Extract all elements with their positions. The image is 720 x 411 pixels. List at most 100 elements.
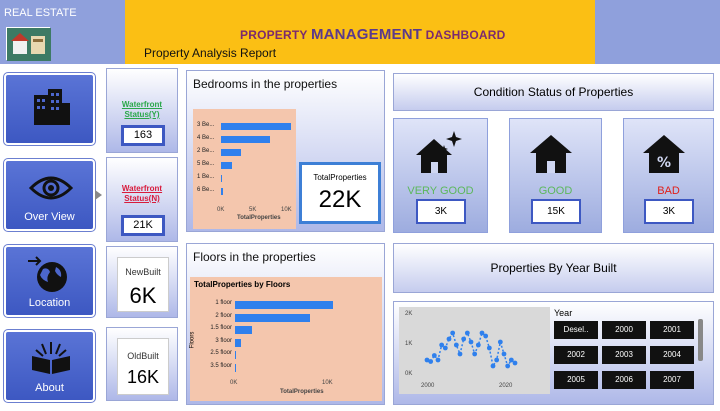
- year-slicer-scrollbar[interactable]: [698, 319, 703, 361]
- year-built-header: Properties By Year Built: [393, 243, 714, 293]
- floors-chart-title: TotalProperties by Floors: [194, 280, 291, 289]
- year-data-point[interactable]: [475, 342, 481, 348]
- total-properties-value: 22K: [318, 186, 362, 213]
- waterfront-no-label: Waterfront Status(N): [121, 184, 163, 203]
- year-ytick-2: 0K: [405, 371, 413, 377]
- open-book-icon: [32, 342, 70, 374]
- year-slicer-button[interactable]: 2000: [602, 321, 646, 339]
- floor-bar[interactable]: [235, 363, 236, 372]
- bedrooms-panel: Bedrooms in the properties 3 Be... 4 Be..…: [186, 70, 385, 232]
- floor-bar[interactable]: [235, 301, 334, 309]
- year-ytick-0: 2K: [405, 311, 413, 317]
- condition-bad-card: % BAD 3K: [623, 118, 714, 233]
- bedroom-bar[interactable]: [221, 149, 241, 156]
- oldbuilt-box: OldBuilt 16K: [117, 338, 169, 395]
- year-slicer-button[interactable]: 2006: [602, 371, 646, 389]
- floor-bar[interactable]: [235, 313, 311, 322]
- floor-category-label: 2.5 floor: [210, 350, 232, 356]
- bed-xlabel: TotalProperties: [237, 215, 281, 221]
- year-data-point[interactable]: [442, 345, 448, 351]
- year-data-point[interactable]: [428, 359, 434, 364]
- year-slicer-title: Year: [554, 308, 573, 318]
- year-data-point[interactable]: [461, 336, 467, 342]
- nav-about-label: About: [35, 382, 64, 394]
- year-data-point[interactable]: [435, 357, 441, 363]
- year-data-point[interactable]: [505, 363, 511, 369]
- newbuilt-value: 6K: [129, 283, 157, 308]
- waterfront-yes-value: 163: [121, 125, 165, 146]
- waterfront-yes-label: Waterfront Status(Y): [121, 100, 163, 119]
- nav-home-button[interactable]: [3, 72, 96, 146]
- eye-icon: [29, 176, 73, 200]
- floors-title: Floors in the properties: [193, 250, 316, 264]
- nav-overview-label: Over View: [24, 211, 75, 223]
- year-data-point[interactable]: [446, 336, 452, 342]
- bedroom-bar[interactable]: [221, 136, 270, 143]
- bedroom-category-label: 1 Be...: [197, 174, 215, 180]
- floors-panel: Floors in the properties TotalProperties…: [186, 243, 385, 405]
- year-data-point[interactable]: [457, 351, 463, 357]
- year-data-point[interactable]: [464, 330, 470, 336]
- year-slicer-button[interactable]: 2001: [650, 321, 694, 339]
- waterfront-no-value: 21K: [121, 215, 165, 236]
- bedroom-category-label: 2 Be...: [197, 148, 215, 154]
- floors-ylabel: Floors: [189, 331, 196, 349]
- year-data-point[interactable]: [483, 333, 489, 339]
- floor-category-label: 3 floor: [215, 337, 232, 344]
- bedrooms-title: Bedrooms in the properties: [193, 77, 338, 91]
- year-slicer-button[interactable]: Desel..: [554, 321, 598, 339]
- nav-about-button[interactable]: About: [3, 329, 96, 403]
- year-data-point[interactable]: [494, 357, 500, 363]
- bedroom-bar[interactable]: [221, 123, 291, 130]
- year-slicer-button[interactable]: 2003: [602, 346, 646, 364]
- bad-value: 3K: [644, 199, 694, 224]
- very-good-value: 3K: [416, 199, 466, 224]
- year-data-point[interactable]: [497, 339, 503, 345]
- condition-title: Condition Status of Properties: [473, 85, 634, 99]
- bedroom-category-label: 3 Be...: [197, 122, 215, 128]
- app-label: REAL ESTATE: [4, 7, 77, 19]
- year-data-point[interactable]: [512, 360, 518, 366]
- bedrooms-chart: 3 Be... 4 Be... 2 Be... 5 Be... 1 Be... 6 Be.…: [193, 109, 296, 229]
- year-data-point[interactable]: [486, 345, 492, 351]
- floor-bar[interactable]: [235, 326, 253, 334]
- floor-tick-1: 10K: [322, 380, 333, 386]
- bedroom-category-label: 6 Be...: [197, 187, 215, 193]
- nav-location-button[interactable]: Location: [3, 244, 96, 318]
- year-data-point[interactable]: [453, 342, 459, 348]
- condition-good-card: GOOD 15K: [509, 118, 602, 233]
- good-label: GOOD: [538, 185, 573, 197]
- floor-bar[interactable]: [235, 338, 241, 347]
- year-slicer-button[interactable]: 2007: [650, 371, 694, 389]
- year-slicer-button[interactable]: 2002: [554, 346, 598, 364]
- year-data-point[interactable]: [468, 339, 474, 345]
- year-slicer-button[interactable]: 2004: [650, 346, 694, 364]
- real-estate-logo: [6, 27, 51, 61]
- bedroom-bar[interactable]: [221, 162, 233, 169]
- house-icon: [530, 135, 572, 173]
- house-percent-icon: %: [643, 135, 685, 173]
- bad-label: BAD: [657, 185, 680, 197]
- bedroom-bar[interactable]: [221, 188, 223, 195]
- year-data-point[interactable]: [501, 351, 507, 357]
- very-good-label: VERY GOOD: [407, 185, 474, 197]
- floor-tick-0: 0K: [230, 380, 238, 386]
- year-data-point[interactable]: [472, 351, 478, 357]
- year-data-point[interactable]: [490, 363, 496, 369]
- condition-header: Condition Status of Properties: [393, 73, 714, 111]
- year-slicer-button[interactable]: 2005: [554, 371, 598, 389]
- year-data-point[interactable]: [431, 353, 437, 358]
- header-right-panel: [595, 0, 720, 64]
- nav-location-label: Location: [28, 297, 71, 309]
- total-properties-label: TotalProperties: [313, 173, 367, 182]
- nav-overview-button[interactable]: Over View: [3, 158, 96, 232]
- house-sparkle-icon: [416, 131, 462, 173]
- floor-bar[interactable]: [235, 351, 237, 359]
- year-xtick-1: 2020: [499, 383, 513, 389]
- oldbuilt-value: 16K: [126, 367, 160, 387]
- year-data-point[interactable]: [450, 330, 456, 336]
- condition-very-good-card: VERY GOOD 3K: [393, 118, 488, 233]
- year-built-panel: 2K 1K 0K 2000 2020 Year Desel.. 2000 2001 2…: [393, 301, 714, 405]
- floor-category-label: 3.5 floor: [210, 362, 232, 369]
- bedroom-bar[interactable]: [221, 175, 223, 182]
